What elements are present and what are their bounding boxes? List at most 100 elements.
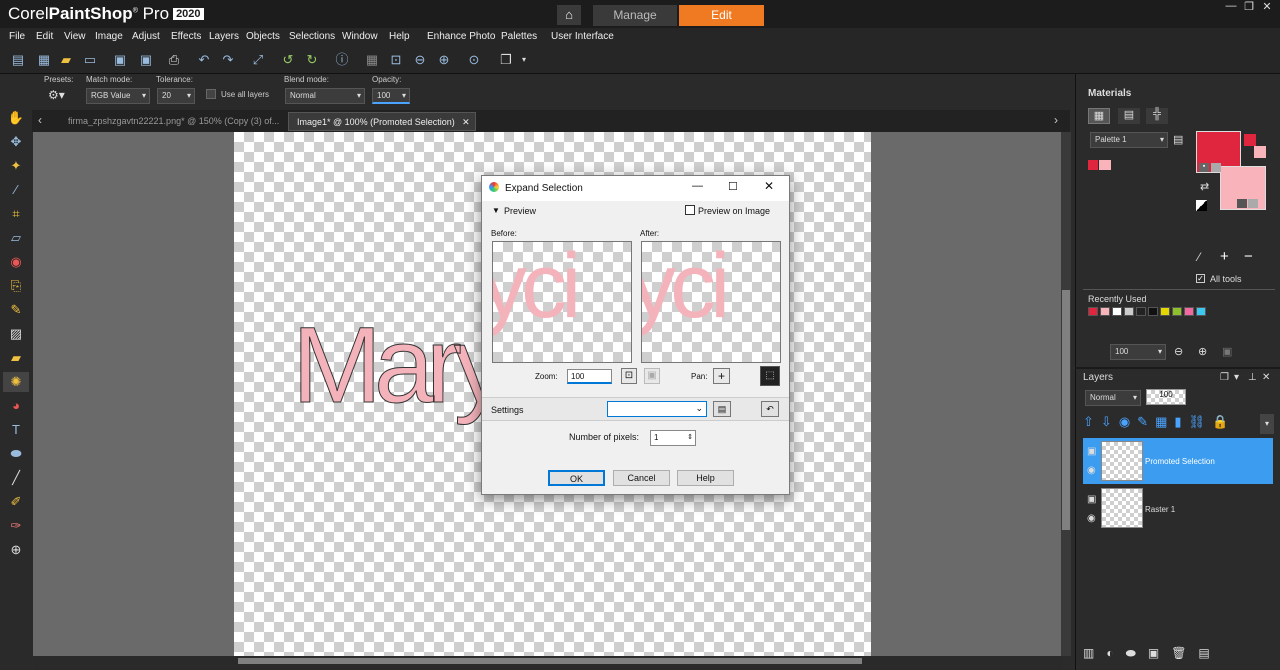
menu-objects[interactable]: Objects (246, 31, 280, 42)
materials-zoom-spinner[interactable]: 100 (1110, 344, 1166, 360)
add-swatch-icon[interactable]: + (1220, 248, 1229, 265)
recent-color-swatch[interactable] (1088, 307, 1098, 316)
link-icon[interactable]: ⛓ (1189, 414, 1213, 429)
palette-menu-icon[interactable]: ▤ (1173, 133, 1183, 146)
menu-edit[interactable]: Edit (36, 31, 53, 42)
zoom-out-icon[interactable]: ⊖ (410, 50, 430, 70)
pixels-spinner[interactable]: 1 ⇕ (650, 430, 696, 446)
menu-layers[interactable]: Layers (209, 31, 239, 42)
settings-dropdown[interactable]: ⌄ (607, 401, 707, 417)
pan-tool-icon[interactable]: ✋ (3, 108, 29, 128)
rotate-right-icon[interactable]: ↻ (302, 50, 322, 70)
adjustment-layer-icon[interactable]: ◐ (1106, 646, 1125, 660)
actual-size-icon[interactable]: ⊙ (464, 50, 484, 70)
recent-color-swatch[interactable] (1148, 307, 1158, 316)
add-tool-icon[interactable]: ⊕ (3, 540, 29, 560)
cancel-button[interactable]: Cancel (613, 470, 670, 486)
magic-wand-tool-icon[interactable]: ✺ (3, 372, 29, 392)
selection-tool-icon[interactable]: ✦ (3, 156, 29, 176)
scan-icon[interactable]: ▭ (80, 50, 100, 70)
info-icon[interactable]: ⓘ (332, 50, 352, 70)
spinner-arrows-icon[interactable]: ⇕ (687, 431, 693, 445)
shape-tool-icon[interactable]: ⬬ (3, 444, 29, 464)
mask-layer-icon[interactable]: ⬬ (1126, 646, 1148, 660)
preview-on-image-checkbox[interactable] (685, 205, 695, 215)
zoom-fit-small-icon[interactable]: ▣ (1222, 345, 1232, 358)
layer-menu-icon[interactable]: ▤ (1198, 646, 1221, 660)
reset-preset-icon[interactable]: ↶ (761, 401, 779, 417)
straighten-tool-icon[interactable]: ▱ (3, 228, 29, 248)
zoom-in-small-icon[interactable]: ⊕ (1198, 345, 1207, 358)
layer-visibility-icon[interactable]: ◉ (1087, 465, 1096, 476)
delete-layer-icon[interactable]: 🗑 (1171, 646, 1198, 660)
tab-scroll-right-icon[interactable]: › (1054, 113, 1058, 127)
zoom-spinner[interactable]: 100 (567, 369, 612, 384)
preview-collapse-icon[interactable]: ▼ (492, 206, 500, 215)
new-file-icon[interactable]: ▤ (8, 50, 28, 70)
rainbow-view-icon[interactable]: ▤ (1118, 108, 1140, 124)
recent-color-swatch[interactable] (1100, 307, 1110, 316)
zoom-out-small-icon[interactable]: ⊖ (1174, 345, 1183, 358)
layer-row-raster-1[interactable]: ▣ ◉ Raster 1 (1083, 486, 1273, 532)
home-tab-button[interactable]: ⌂ (557, 5, 581, 25)
layer-blend-dropdown[interactable]: Normal (1085, 390, 1141, 406)
pen-tool-icon[interactable]: ╱ (3, 468, 29, 488)
lock-alpha-icon[interactable]: ▮ (1174, 414, 1188, 429)
save-preset-icon[interactable]: ▤ (713, 401, 731, 417)
bg-mini-swatch[interactable] (1099, 160, 1111, 170)
layers-panel-close-icon[interactable]: ✕ (1262, 372, 1270, 383)
fg-accent-swatch[interactable] (1244, 134, 1256, 146)
open-folder-icon[interactable]: ▰ (56, 50, 76, 70)
tolerance-spinner[interactable]: 20 (157, 88, 195, 104)
menu-palettes[interactable]: Palettes (501, 31, 537, 42)
save-as-icon[interactable]: ▣ (136, 50, 156, 70)
opacity-spinner[interactable]: 100 (372, 88, 410, 104)
recent-color-swatch[interactable] (1136, 307, 1146, 316)
default-colors-icon[interactable] (1196, 200, 1207, 211)
menu-window[interactable]: Window (342, 31, 378, 42)
menu-image[interactable]: Image (95, 31, 123, 42)
redo-icon[interactable]: ↷ (218, 50, 238, 70)
undo-icon[interactable]: ↶ (194, 50, 214, 70)
visibility-icon[interactable]: ◉ (1119, 414, 1137, 429)
print-icon[interactable]: ⎙ (164, 50, 184, 70)
zoom-in-icon[interactable]: ⊕ (434, 50, 454, 70)
swatch-view-icon[interactable]: ╬ (1146, 108, 1168, 124)
recent-color-swatch[interactable] (1160, 307, 1170, 316)
bg-style-icon[interactable] (1248, 199, 1258, 208)
text-tool-icon[interactable]: T (3, 420, 29, 440)
bg-texture-icon[interactable] (1237, 199, 1247, 208)
zoom-actual-icon[interactable]: ▣ (644, 368, 660, 384)
new-image-icon[interactable]: ▦ (34, 50, 54, 70)
tab-edit[interactable]: Edit (679, 5, 764, 26)
tab-manage[interactable]: Manage (593, 5, 677, 26)
layer-expand-icon[interactable]: ▣ (1087, 494, 1096, 505)
help-button[interactable]: Help (677, 470, 734, 486)
copy-paste-icon[interactable]: ❐ (496, 50, 516, 70)
grid-icon[interactable]: ▦ (362, 50, 382, 70)
fill-tool-icon[interactable]: ◕ (3, 396, 29, 416)
fx-icon[interactable]: ✎ (1137, 414, 1155, 429)
pan-icon[interactable]: + (713, 368, 730, 384)
menu-selections[interactable]: Selections (289, 31, 335, 42)
resize-icon[interactable]: ⤢ (248, 50, 268, 70)
move-tool-icon[interactable]: ✥ (3, 132, 29, 152)
layers-toolbar-dropdown[interactable]: ▾ (1260, 414, 1274, 434)
group-layer-icon[interactable]: ▣ (1148, 646, 1171, 660)
menu-file[interactable]: File (9, 31, 25, 42)
menu-enhance-photo[interactable]: Enhance Photo (427, 31, 495, 42)
makeover-tool-icon[interactable]: ⎘ (3, 276, 29, 296)
recent-color-swatch[interactable] (1172, 307, 1182, 316)
fit-window-icon[interactable]: ⊡ (386, 50, 406, 70)
menu-effects[interactable]: Effects (171, 31, 201, 42)
close-icon[interactable]: ✕ (1258, 0, 1276, 14)
move-layer-up-icon[interactable]: ⇧ (1083, 414, 1101, 429)
menu-user-interface[interactable]: User Interface (551, 31, 614, 42)
doc-tab-firma[interactable]: firma_zpshzgavtn22221.png* @ 150% (Copy … (60, 112, 287, 131)
layers-panel-pin2-icon[interactable]: ⊥ (1248, 372, 1257, 383)
dropper-tool-icon[interactable]: ⁄ (3, 180, 29, 200)
doc-tab-image1[interactable]: Image1* @ 100% (Promoted Selection) ✕ (288, 112, 476, 131)
crop-tool-icon[interactable]: ⌗ (3, 204, 29, 224)
dropper-icon[interactable]: ⁄ (1198, 250, 1200, 264)
palette-dropdown[interactable]: Palette 1 (1090, 132, 1168, 148)
